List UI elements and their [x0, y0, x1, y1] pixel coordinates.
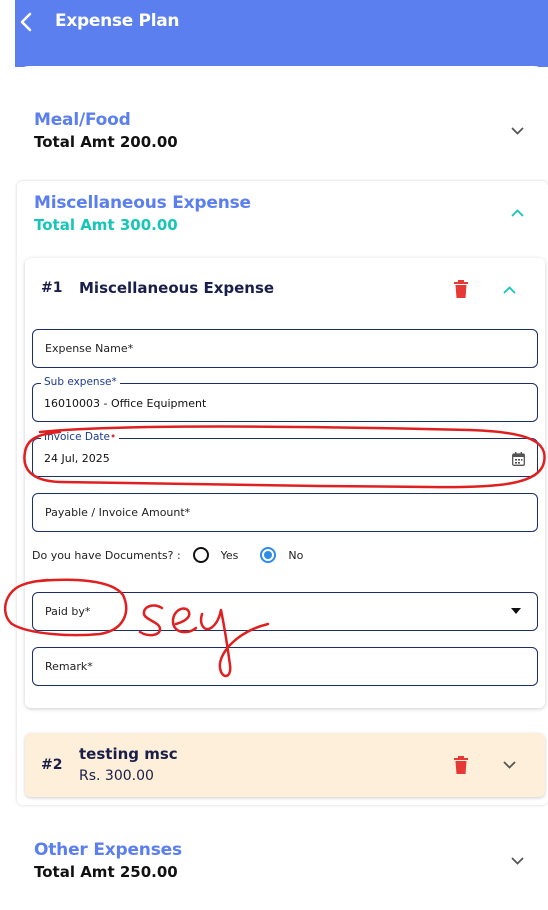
- delete-item-button[interactable]: [453, 280, 469, 298]
- invoice-date-field[interactable]: Invoice Date• 24 Jul, 2025: [32, 431, 538, 477]
- section-total: Total Amt 200.00: [34, 133, 178, 151]
- required-marker: •: [109, 431, 117, 443]
- chevron-up-icon: [503, 286, 515, 294]
- radio-label-no: No: [288, 548, 304, 562]
- field-value: 24 Jul, 2025: [44, 452, 110, 465]
- section-miscellaneous[interactable]: Miscellaneous Expense Total Amt 300.00: [34, 193, 251, 234]
- section-title: Meal/Food: [34, 110, 131, 130]
- field-label: Expense Name*: [45, 342, 134, 355]
- field-label: Invoice Date: [44, 431, 110, 443]
- section-total: Total Amt 250.00: [34, 863, 178, 881]
- item-number: #1: [41, 280, 63, 296]
- paid-by-dropdown[interactable]: Paid by*: [32, 592, 538, 631]
- section-title: Other Expenses: [34, 840, 182, 860]
- radio-label-yes: Yes: [220, 548, 239, 562]
- collapse-item-button[interactable]: [502, 283, 516, 297]
- section-title: Miscellaneous Expense: [34, 193, 251, 213]
- expand-item-button[interactable]: [502, 758, 516, 772]
- content-sheet-top: [15, 66, 548, 82]
- item-number: #2: [41, 757, 63, 773]
- section-other-expenses[interactable]: Other Expenses Total Amt 250.00: [34, 840, 182, 881]
- back-button[interactable]: [15, 8, 37, 36]
- documents-yes-radio[interactable]: [192, 547, 209, 563]
- collapse-button-miscellaneous[interactable]: [510, 206, 524, 220]
- item-amount: Rs. 300.00: [79, 768, 154, 784]
- page-title: Expense Plan: [55, 11, 180, 31]
- field-value: 16010003 - Office Equipment: [44, 397, 207, 410]
- expense-name-field[interactable]: Expense Name*: [32, 329, 538, 368]
- app-bar: Expense Plan: [15, 0, 548, 67]
- section-total: Total Amt 300.00: [34, 216, 178, 234]
- field-label: Payable / Invoice Amount*: [45, 506, 191, 519]
- documents-no-radio[interactable]: [260, 547, 277, 563]
- chevron-down-icon: [503, 761, 515, 769]
- field-label: Remark*: [45, 660, 93, 673]
- sub-expense-field[interactable]: Sub expense* 16010003 - Office Equipment: [32, 376, 538, 422]
- expense-item-card-1: #1 Miscellaneous Expense: [25, 258, 545, 708]
- chevron-down-icon: [511, 127, 523, 135]
- expand-button-meal-food[interactable]: [510, 124, 524, 138]
- documents-row: Do you have Documents? : Yes No: [32, 545, 303, 565]
- dropdown-arrow-icon: [511, 608, 521, 614]
- trash-icon: [454, 280, 468, 298]
- calendar-icon: [512, 452, 525, 466]
- section-meal-food[interactable]: Meal/Food Total Amt 200.00: [34, 110, 178, 151]
- remark-field[interactable]: Remark*: [32, 647, 538, 686]
- trash-icon: [454, 756, 468, 774]
- calendar-button[interactable]: [512, 451, 525, 470]
- field-label: Sub expense*: [41, 376, 120, 388]
- invoice-amount-field[interactable]: Payable / Invoice Amount*: [32, 493, 538, 532]
- chevron-up-icon: [511, 209, 523, 217]
- item-title: Miscellaneous Expense: [79, 279, 275, 297]
- item-title: testing msc: [79, 745, 178, 763]
- documents-question: Do you have Documents? :: [32, 548, 181, 562]
- expense-item-card-2[interactable]: #2 testing msc Rs. 300.00: [25, 733, 545, 797]
- chevron-down-icon: [511, 857, 523, 865]
- field-label: Paid by*: [45, 605, 91, 618]
- expand-button-other-expenses[interactable]: [510, 854, 524, 868]
- field-label-wrap: Invoice Date•: [41, 431, 120, 443]
- chevron-left-icon: [20, 12, 32, 32]
- delete-item-button[interactable]: [453, 756, 469, 774]
